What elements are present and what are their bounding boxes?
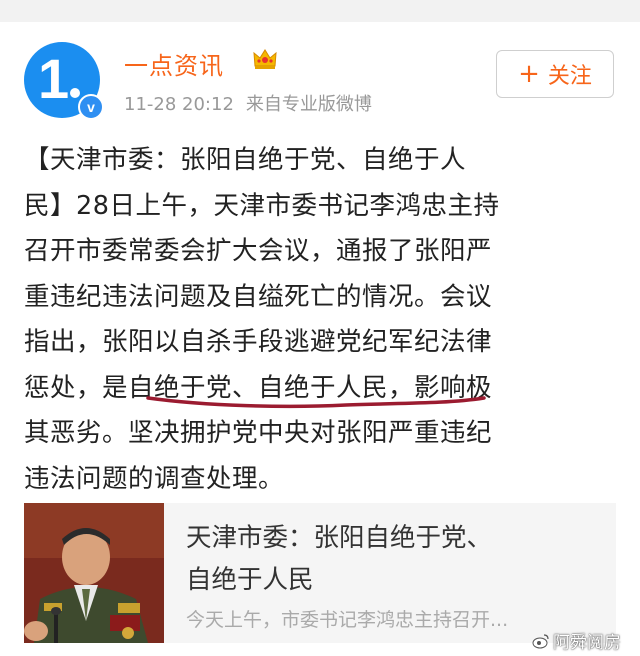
crown-icon [253,49,277,69]
follow-button[interactable]: + 关注 [496,50,614,98]
watermark: 阿舜阅房 [532,628,621,653]
post-source: 来自专业版微博 [245,94,372,115]
post-meta: 11-28 20:12 来自专业版微博 [124,90,384,116]
top-strip [0,0,640,22]
follow-label: 关注 [547,64,592,89]
avatar-logo-icon: 1 [38,47,70,110]
link-card[interactable]: 天津市委：张阳自绝于党、 自绝于人民 今天上午，市委书记李鸿忠主持召开... [24,503,616,643]
post-time: 11-28 20:12 [124,94,234,115]
username[interactable]: 一点资讯 [124,46,224,81]
hand-drawn-underline [146,396,486,409]
avatar-dot [70,88,80,98]
plus-icon: + [518,59,540,89]
verified-badge-icon: v [78,94,104,120]
weibo-logo-icon [532,633,549,648]
card-thumbnail [24,503,164,643]
post-text: 【天津市委：张阳自绝于党、自绝于人 民】28日上午，天津市委书记李鸿忠主持 召开… [24,145,500,494]
watermark-text: 阿舜阅房 [553,633,621,653]
card-title: 天津市委：张阳自绝于党、 自绝于人民 [186,523,493,595]
